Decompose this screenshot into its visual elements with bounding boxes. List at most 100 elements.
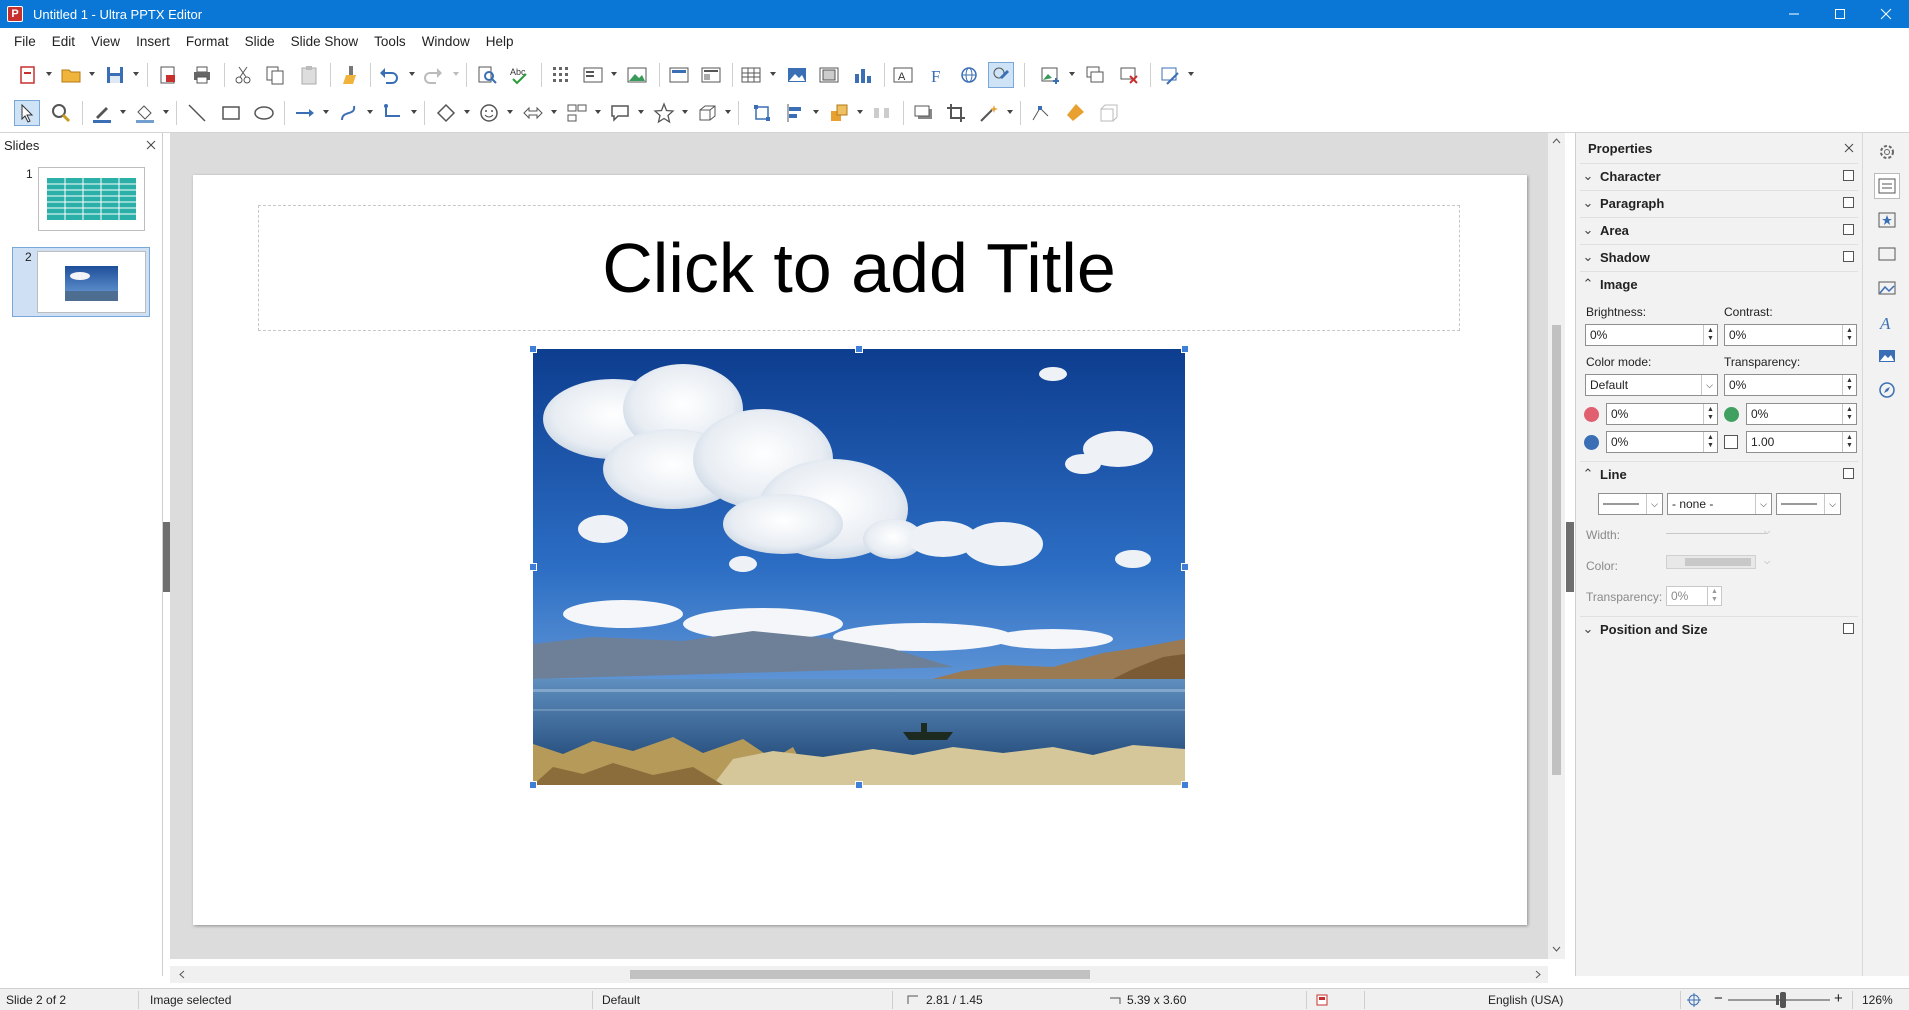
maximize-button[interactable]	[1817, 0, 1863, 28]
chevron-down-icon[interactable]: ⌵	[1755, 494, 1771, 514]
spin-arrows-icon[interactable]: ▲ ▼	[1842, 404, 1856, 424]
distribute-button[interactable]	[869, 100, 895, 126]
menu-insert[interactable]: Insert	[128, 31, 178, 53]
more-options-icon[interactable]	[1843, 224, 1854, 235]
slide-layout-button[interactable]	[698, 62, 724, 88]
resize-handle-n[interactable]	[855, 345, 863, 353]
resize-handle-nw[interactable]	[529, 345, 537, 353]
cut-button[interactable]	[230, 62, 256, 88]
menu-help[interactable]: Help	[478, 31, 522, 53]
line-color-button[interactable]	[89, 100, 115, 126]
title-placeholder[interactable]: Click to add Title	[258, 205, 1460, 331]
sidebar-navigator-tab[interactable]	[1874, 377, 1900, 403]
more-options-icon[interactable]	[1843, 197, 1854, 208]
spin-arrows-icon[interactable]: ▲ ▼	[1703, 404, 1717, 424]
sidebar-splitter[interactable]	[1566, 522, 1574, 592]
menu-window[interactable]: Window	[414, 31, 478, 53]
arrange-button[interactable]	[826, 100, 852, 126]
menu-edit[interactable]: Edit	[44, 31, 83, 53]
resize-handle-w[interactable]	[529, 563, 537, 571]
copy-button[interactable]	[262, 62, 288, 88]
image-map-button[interactable]	[624, 62, 650, 88]
color-mode-select[interactable]: Default ⌵	[1585, 374, 1718, 396]
menu-view[interactable]: View	[83, 31, 128, 53]
fontwork-button[interactable]: F	[924, 62, 950, 88]
resize-handle-se[interactable]	[1181, 781, 1189, 789]
zoom-tool[interactable]	[48, 100, 74, 126]
image-transparency-spinbox[interactable]: 0% ▲ ▼	[1724, 374, 1857, 396]
language-status[interactable]: English (USA)	[1488, 993, 1563, 1007]
print-button[interactable]	[189, 62, 215, 88]
resize-handle-s[interactable]	[855, 781, 863, 789]
save-button[interactable]	[102, 62, 128, 88]
close-icon[interactable]	[146, 140, 156, 150]
menu-file[interactable]: File	[6, 31, 44, 53]
red-spinbox[interactable]: 0% ▲ ▼	[1606, 403, 1718, 425]
glue-points-button[interactable]	[1062, 100, 1088, 126]
section-paragraph[interactable]: ⌄ Paragraph	[1580, 190, 1858, 215]
insert-shape-image-button[interactable]	[1038, 62, 1064, 88]
zoom-slider-track[interactable]	[1728, 999, 1830, 1001]
menu-tools[interactable]: Tools	[366, 31, 414, 53]
display-views-button[interactable]	[580, 62, 606, 88]
new-document-button[interactable]	[15, 62, 41, 88]
chevron-right-icon[interactable]	[1532, 966, 1544, 983]
slide-transition-button[interactable]	[1157, 62, 1183, 88]
export-pdf-button[interactable]	[155, 62, 181, 88]
chevron-down-icon[interactable]: ⌵	[1824, 494, 1840, 514]
brightness-spinbox[interactable]: 0% ▲ ▼	[1585, 324, 1718, 346]
callouts-tool[interactable]	[607, 100, 633, 126]
blue-spinbox[interactable]: 0% ▲ ▼	[1606, 431, 1718, 453]
chevron-left-icon[interactable]	[176, 966, 188, 983]
zoom-level[interactable]: 126%	[1862, 993, 1893, 1007]
ellipse-tool[interactable]	[251, 100, 277, 126]
sidebar-transition-tab[interactable]	[1874, 241, 1900, 267]
insert-image-button[interactable]	[784, 62, 810, 88]
close-button[interactable]	[1863, 0, 1909, 28]
rectangle-tool[interactable]	[218, 100, 244, 126]
spin-arrows-icon[interactable]: ▲ ▼	[1703, 432, 1717, 452]
3d-objects-tool[interactable]	[694, 100, 720, 126]
menu-slide-show[interactable]: Slide Show	[283, 31, 367, 53]
basic-shapes-tool[interactable]	[433, 100, 459, 126]
horizontal-scroll-thumb[interactable]	[630, 970, 1090, 979]
block-arrows-tool[interactable]	[520, 100, 546, 126]
gamma-spinbox[interactable]: 1.00 ▲ ▼	[1746, 431, 1857, 453]
shadow-button[interactable]	[910, 100, 936, 126]
sidebar-settings-tab[interactable]	[1874, 139, 1900, 165]
vertical-scrollbar[interactable]	[1548, 133, 1565, 959]
resize-handle-ne[interactable]	[1181, 345, 1189, 353]
minimize-button[interactable]	[1771, 0, 1817, 28]
show-draw-functions-button[interactable]	[988, 62, 1014, 88]
line-transparency-spinbox[interactable]: 0% ▲ ▼	[1666, 586, 1722, 606]
section-image[interactable]: ⌃ Image	[1580, 271, 1858, 296]
more-options-icon[interactable]	[1843, 468, 1854, 479]
spin-arrows-icon[interactable]: ▲ ▼	[1703, 325, 1717, 345]
section-area[interactable]: ⌄ Area	[1580, 217, 1858, 242]
insert-textbox-button[interactable]: A	[890, 62, 916, 88]
menu-format[interactable]: Format	[178, 31, 237, 53]
lines-arrows-tool[interactable]	[292, 100, 318, 126]
document-modified-icon[interactable]	[1316, 994, 1328, 1006]
master-slide-button[interactable]	[666, 62, 692, 88]
section-position-size[interactable]: ⌄ Position and Size	[1580, 616, 1858, 641]
line-color-select[interactable]	[1666, 555, 1756, 569]
slide-image[interactable]	[533, 349, 1185, 785]
display-grid-button[interactable]	[548, 62, 574, 88]
spin-arrows-icon[interactable]: ▲ ▼	[1707, 587, 1721, 605]
menu-slide[interactable]: Slide	[237, 31, 283, 53]
more-options-icon[interactable]	[1843, 251, 1854, 262]
flowchart-tool[interactable]	[564, 100, 590, 126]
horizontal-scrollbar[interactable]	[170, 966, 1548, 983]
spin-arrows-icon[interactable]: ▲ ▼	[1842, 375, 1856, 395]
undo-button[interactable]	[376, 62, 402, 88]
spin-arrows-icon[interactable]: ▲ ▼	[1842, 432, 1856, 452]
resize-handle-sw[interactable]	[529, 781, 537, 789]
sidebar-master-slides-tab[interactable]	[1874, 275, 1900, 301]
section-character[interactable]: ⌄ Character	[1580, 163, 1858, 188]
vertical-scroll-thumb[interactable]	[1552, 325, 1561, 775]
chevron-down-icon[interactable]: ⌵	[1646, 494, 1662, 514]
duplicate-slide-button[interactable]	[1082, 62, 1108, 88]
sidebar-styles-tab[interactable]: A	[1874, 309, 1900, 335]
section-shadow[interactable]: ⌄ Shadow	[1580, 244, 1858, 269]
